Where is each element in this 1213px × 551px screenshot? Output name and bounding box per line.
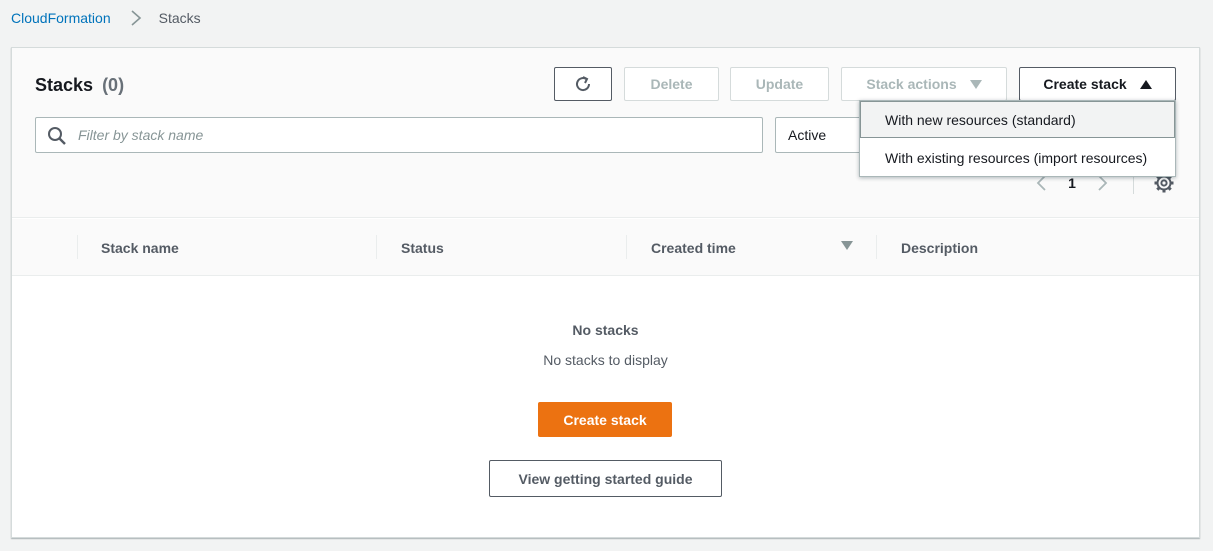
create-stack-label: Create stack	[1043, 76, 1127, 92]
sort-descending-icon[interactable]	[841, 241, 853, 250]
breadcrumb-link-cloudformation[interactable]: CloudFormation	[11, 10, 111, 26]
empty-state-subtitle: No stacks to display	[543, 352, 668, 368]
create-stack-menu: With new resources (standard) With exist…	[859, 100, 1176, 177]
create-stack-button[interactable]: Create stack	[538, 402, 672, 437]
menu-item-existing-resources[interactable]: With existing resources (import resource…	[860, 139, 1175, 176]
empty-state-title: No stacks	[572, 322, 639, 338]
column-divider	[626, 235, 627, 259]
delete-button[interactable]: Delete	[624, 67, 719, 101]
page-title: Stacks (0)	[35, 75, 124, 96]
refresh-icon	[576, 76, 591, 92]
page-number[interactable]: 1	[1052, 175, 1092, 191]
getting-started-guide-button[interactable]: View getting started guide	[489, 460, 722, 497]
column-header-stack-name[interactable]: Stack name	[101, 219, 179, 276]
column-divider	[876, 235, 877, 259]
page-title-text: Stacks	[35, 75, 94, 95]
stack-count: (0)	[102, 75, 125, 95]
column-header-status[interactable]: Status	[401, 219, 444, 276]
search-icon	[48, 127, 66, 145]
chevron-right-icon	[129, 9, 143, 27]
breadcrumb: CloudFormation Stacks	[11, 9, 201, 27]
column-header-created-time[interactable]: Created time	[651, 219, 736, 276]
column-divider	[376, 235, 377, 259]
filter-input[interactable]	[76, 118, 756, 152]
filter-box	[35, 117, 763, 153]
status-select-value: Active	[788, 127, 827, 143]
refresh-button[interactable]	[554, 67, 612, 101]
column-divider	[77, 235, 78, 259]
column-header-description[interactable]: Description	[901, 219, 978, 276]
table-header: Stack name Status Created time Descripti…	[12, 219, 1199, 276]
create-stack-dropdown-button[interactable]: Create stack	[1019, 67, 1176, 101]
caret-down-icon	[969, 79, 982, 89]
stack-actions-button[interactable]: Stack actions	[841, 67, 1007, 101]
breadcrumb-current: Stacks	[158, 10, 201, 26]
update-button[interactable]: Update	[730, 67, 829, 101]
stack-actions-label: Stack actions	[866, 76, 957, 92]
menu-item-new-resources[interactable]: With new resources (standard)	[860, 101, 1175, 138]
caret-up-icon	[1139, 79, 1152, 89]
